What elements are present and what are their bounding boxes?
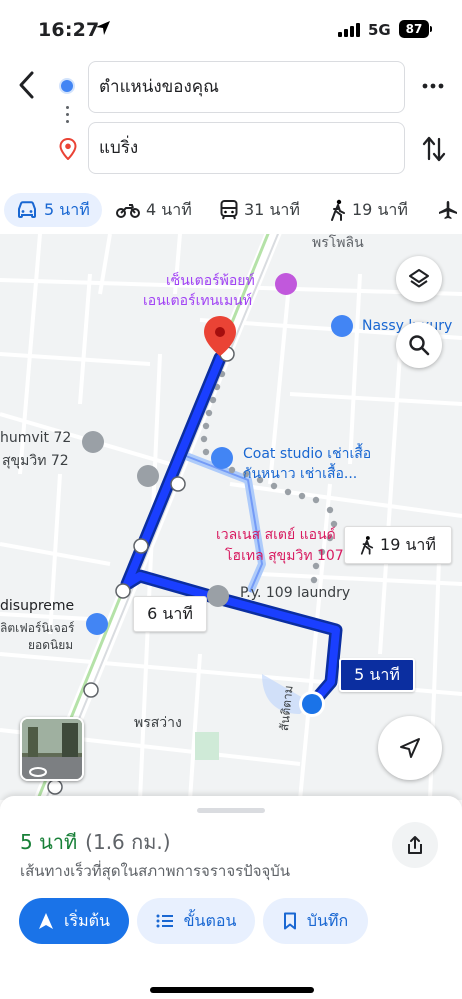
route-subtitle: เส้นทางเร็วที่สุดในสภาพการจราจรปัจจุบัน <box>20 862 291 880</box>
save-label: บันทึก <box>306 910 349 930</box>
steps-button[interactable]: ขั้นตอน <box>137 898 255 944</box>
map-label-wellness-2[interactable]: โฮเทล สุขุมวิท 107 <box>225 545 344 567</box>
save-button[interactable]: บันทึก <box>263 898 368 944</box>
search-icon <box>409 335 430 356</box>
main-route-time-label: 5 นาที <box>354 664 400 684</box>
tab-drive[interactable]: 5 นาที <box>4 193 102 227</box>
status-time: 16:27 <box>38 19 100 41</box>
walk-time-tag[interactable]: 19 นาที <box>344 526 452 564</box>
car-icon <box>18 201 36 218</box>
motorcycle-icon <box>116 204 140 218</box>
map-label-coat-2[interactable]: กันหนาว เช่าเสื้อ... <box>243 463 357 485</box>
more-options-icon[interactable] <box>420 76 446 96</box>
list-icon <box>156 914 173 928</box>
destination-pin-icon <box>59 138 77 160</box>
map-label-area-south: พรสว่าง <box>134 715 182 731</box>
start-label: เริ่มต้น <box>64 910 110 930</box>
walk-icon <box>331 199 345 221</box>
tab-motorcycle[interactable]: 4 นาที <box>116 193 192 227</box>
my-location-button[interactable] <box>378 716 442 780</box>
map-label-coat-1[interactable]: Coat studio เช่าเสื้อ <box>243 443 371 465</box>
navigation-arrow-icon <box>39 913 54 929</box>
map-label-center-2[interactable]: เอนเตอร์เทนเมนท์ <box>143 290 252 312</box>
share-button[interactable] <box>392 822 438 868</box>
swap-directions-icon[interactable] <box>420 134 448 164</box>
map-label-laundry[interactable]: P.y. 109 laundry <box>240 585 350 601</box>
map-label-disu-1[interactable]: disupreme <box>0 598 74 614</box>
map-label-disu-3[interactable]: ยอดนิยม <box>28 636 73 655</box>
map-label-road-top: พรโพลิน <box>312 235 364 251</box>
origin-field[interactable]: ตำแหน่งของคุณ <box>88 61 405 113</box>
map-label-sukhumvit-1[interactable]: humvit 72 <box>0 430 71 446</box>
bookmark-icon <box>283 912 296 930</box>
battery-tip <box>430 26 432 32</box>
network-label: 5G <box>368 21 391 39</box>
walk-icon <box>360 536 374 555</box>
map-label-wellness-1[interactable]: เวลเนส สเตย์ แอนด์ <box>216 524 336 546</box>
street-view-rotate-icon <box>22 719 82 779</box>
flight-icon <box>439 201 457 219</box>
walk-time-label: 19 นาที <box>380 534 436 554</box>
battery-icon: 87 <box>399 20 429 38</box>
sheet-drag-handle[interactable] <box>197 808 265 813</box>
tab-walk-label: 19 นาที <box>352 199 408 219</box>
main-route-time-tag[interactable]: 5 นาที <box>339 658 415 692</box>
navigation-arrow-icon <box>400 738 420 758</box>
map-search-button[interactable] <box>396 322 442 368</box>
tab-flight[interactable] <box>438 193 458 227</box>
route-connector-dots <box>66 106 69 127</box>
tab-transit[interactable]: 31 นาที <box>220 193 300 227</box>
map-label-sukhumvit-2[interactable]: สุขุมวิท 72 <box>2 450 69 472</box>
alt-route-time-tag[interactable]: 6 นาที <box>133 596 207 632</box>
destination-field[interactable]: แบริ่ง <box>88 122 405 174</box>
tab-transit-label: 31 นาที <box>244 199 300 219</box>
tab-walk[interactable]: 19 นาที <box>330 193 408 227</box>
share-icon <box>408 836 422 854</box>
status-bar: 16:27 5G 87 <box>0 0 462 60</box>
tab-drive-label: 5 นาที <box>44 199 90 219</box>
start-navigation-button[interactable]: เริ่มต้น <box>19 898 129 944</box>
alt-route-time-label: 6 นาที <box>147 603 193 623</box>
map-view[interactable]: พรโพลิน เซ็นเตอร์พ้อยท์ เอนเตอร์เทนเมนท์… <box>0 234 462 800</box>
eta-distance: (1.6 กม.) <box>85 830 171 854</box>
layers-button[interactable] <box>396 256 442 302</box>
location-arrow-icon <box>96 21 110 35</box>
street-view-thumbnail[interactable] <box>20 717 84 781</box>
eta-summary: 5 นาที (1.6 กม.) <box>20 826 171 858</box>
steps-label: ขั้นตอน <box>183 910 237 930</box>
layers-icon <box>409 269 429 288</box>
transit-icon <box>220 200 238 220</box>
origin-dot-icon <box>61 80 73 92</box>
route-summary-sheet: 5 นาที (1.6 กม.) เส้นทางเร็วที่สุดในสภาพก… <box>0 796 462 999</box>
travel-mode-tabs: 5 นาที 4 นาที 31 นาที 19 นาที <box>0 190 462 232</box>
tab-motorcycle-label: 4 นาที <box>146 199 192 219</box>
back-arrow-icon[interactable] <box>12 68 42 102</box>
eta-time: 5 นาที <box>20 830 78 854</box>
home-indicator[interactable] <box>150 987 314 993</box>
signal-icon <box>338 23 360 37</box>
map-label-center-1[interactable]: เซ็นเตอร์พ้อยท์ <box>166 270 255 292</box>
